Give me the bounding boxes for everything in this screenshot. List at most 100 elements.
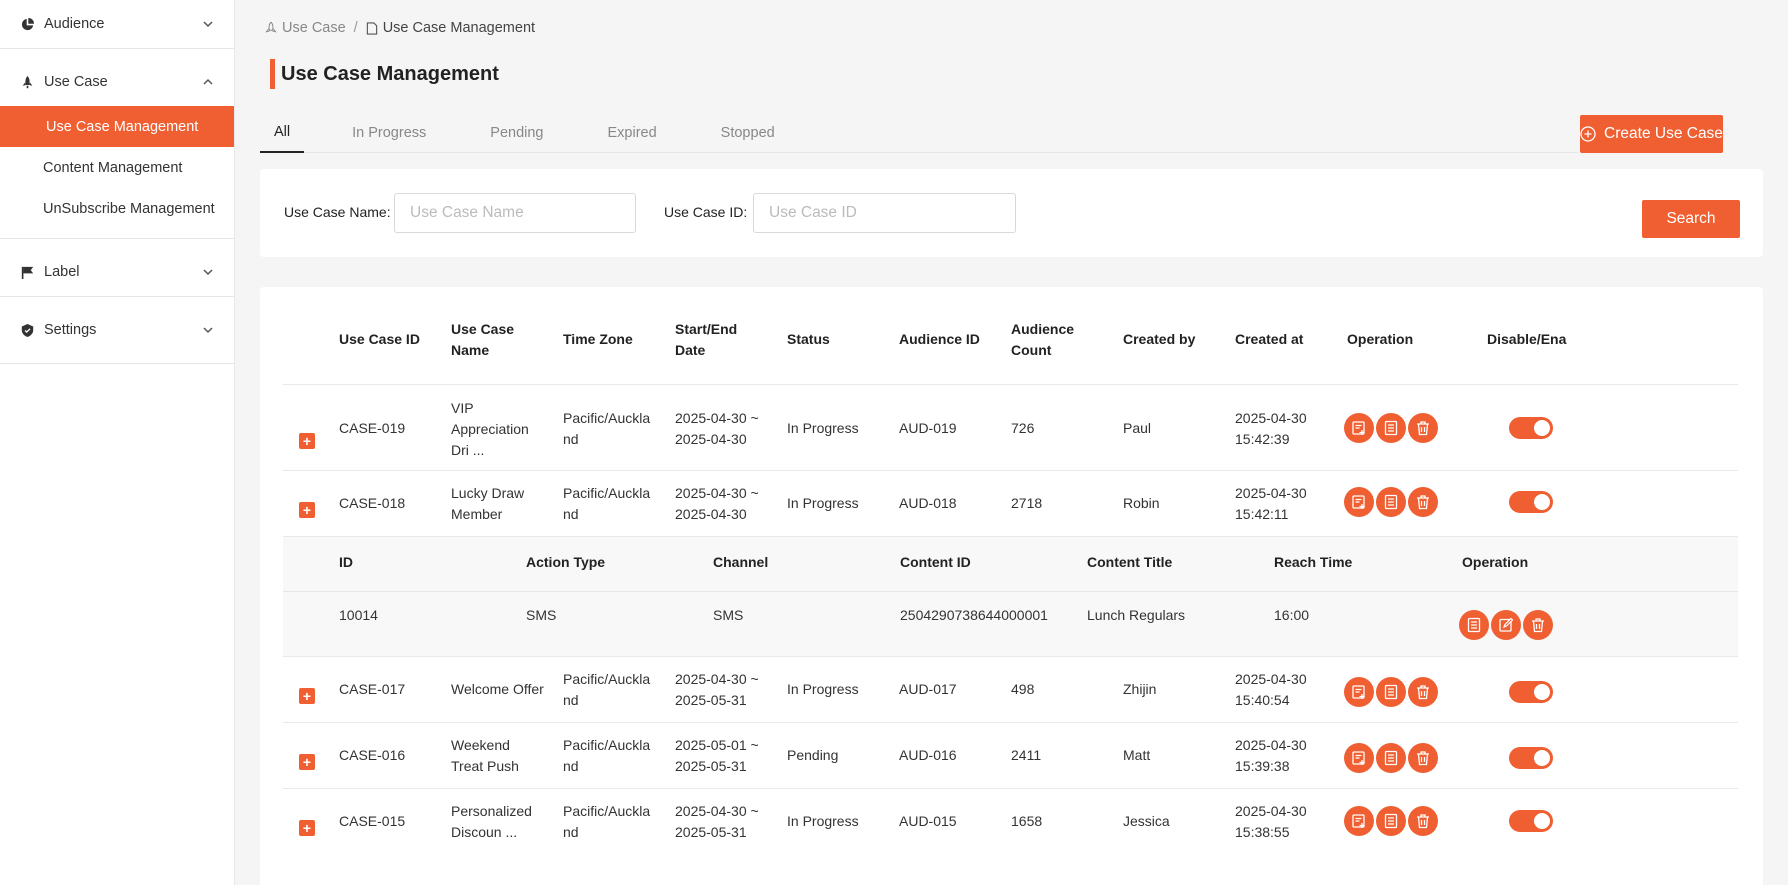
cell-time-zone: Pacific/Auckland xyxy=(563,803,651,840)
col-created-by[interactable]: Created by xyxy=(1123,329,1233,350)
tab-all[interactable]: All xyxy=(260,113,305,153)
delete-button[interactable] xyxy=(1408,806,1438,836)
cell-status: In Progress xyxy=(787,420,859,436)
rocket-icon xyxy=(265,22,277,33)
cell-audience-count: 726 xyxy=(1011,420,1035,436)
add-content-button[interactable] xyxy=(1344,413,1374,443)
row-operations xyxy=(1344,487,1440,517)
col-time-zone[interactable]: Time Zone xyxy=(563,329,673,350)
view-details-button[interactable] xyxy=(1376,743,1406,773)
menu-settings[interactable]: Settings xyxy=(0,306,234,354)
add-note-icon xyxy=(1352,495,1365,509)
menu-use-case-label: Use Case xyxy=(44,74,108,90)
col-audience-count[interactable]: Audience Count xyxy=(1011,319,1091,361)
view-details-button[interactable] xyxy=(1376,413,1406,443)
menu-audience-label: Audience xyxy=(44,16,105,32)
create-use-case-button[interactable]: Create Use Case xyxy=(1580,115,1723,153)
view-details-button[interactable] xyxy=(1376,487,1406,517)
cell-created-at: 2025-04-30 15:42:11 xyxy=(1235,485,1307,522)
row-operations xyxy=(1344,743,1440,773)
cell-start-end-date: 2025-04-30 ~ 2025-04-30 xyxy=(675,485,759,522)
row-operations xyxy=(1344,413,1440,443)
cell-time-zone: Pacific/Auckland xyxy=(563,410,651,447)
shield-icon xyxy=(20,323,34,337)
cell-use-case-name[interactable]: Weekend Treat Push xyxy=(451,735,539,777)
cell-use-case-name[interactable]: Welcome Offer xyxy=(451,679,561,700)
pie-chart-icon xyxy=(20,17,34,31)
tab-expired[interactable]: Expired xyxy=(592,113,673,153)
sidebar-item-use-case-management[interactable]: Use Case Management xyxy=(0,106,234,147)
cell-audience-count: 498 xyxy=(1011,681,1035,697)
col-use-case-name[interactable]: Use Case Name xyxy=(451,319,531,361)
cell-created-by: Paul xyxy=(1123,420,1152,436)
cell-use-case-name[interactable]: Personalized Discoun ... xyxy=(451,801,539,843)
delete-content-button[interactable] xyxy=(1523,610,1553,640)
search-button[interactable]: Search xyxy=(1642,200,1740,238)
expand-row-button[interactable]: + xyxy=(299,754,315,770)
enable-toggle[interactable] xyxy=(1509,681,1553,703)
view-content-button[interactable] xyxy=(1459,610,1489,640)
cell-created-by: Matt xyxy=(1123,747,1151,763)
use-case-name-label: Use Case Name: xyxy=(284,204,391,220)
view-details-button[interactable] xyxy=(1376,677,1406,707)
delete-button[interactable] xyxy=(1408,677,1438,707)
menu-label[interactable]: Label xyxy=(0,248,234,296)
col-status[interactable]: Status xyxy=(787,329,897,350)
enable-toggle[interactable] xyxy=(1509,417,1553,439)
enable-toggle[interactable] xyxy=(1509,747,1553,769)
sub-col-id: ID xyxy=(339,554,353,570)
sidebar: Audience Use Case Use Case Management Co… xyxy=(0,0,235,885)
delete-button[interactable] xyxy=(1408,413,1438,443)
col-created-at[interactable]: Created at xyxy=(1235,329,1345,350)
chevron-down-icon xyxy=(202,324,214,336)
use-case-name-input[interactable] xyxy=(394,193,636,233)
trash-icon xyxy=(1417,421,1429,436)
cell-use-case-name[interactable]: VIP Appreciation Dri ... xyxy=(451,398,539,461)
tab-in-progress[interactable]: In Progress xyxy=(336,113,442,153)
cell-created-by: Zhijin xyxy=(1123,681,1157,697)
sub-cell-id: 10014 xyxy=(339,607,378,623)
edit-content-button[interactable] xyxy=(1491,610,1521,640)
tab-pending[interactable]: Pending xyxy=(474,113,559,153)
enable-toggle[interactable] xyxy=(1509,810,1553,832)
expand-row-button[interactable]: + xyxy=(299,502,315,518)
menu-group-label: Label xyxy=(0,239,234,297)
cell-use-case-name[interactable]: Lucky Draw Member xyxy=(451,483,539,525)
status-tabs: All In Progress Pending Expired Stopped xyxy=(260,113,1578,153)
table-inner: Use Case ID Use Case Name Time Zone Star… xyxy=(283,287,1738,855)
view-details-button[interactable] xyxy=(1376,806,1406,836)
add-content-button[interactable] xyxy=(1344,677,1374,707)
list-icon xyxy=(1384,750,1398,766)
cell-audience-id: AUD-017 xyxy=(899,681,957,697)
sidebar-item-content-management[interactable]: Content Management xyxy=(0,147,234,188)
sidebar-item-unsubscribe-management[interactable]: UnSubscribe Management xyxy=(0,188,234,229)
cell-time-zone: Pacific/Auckland xyxy=(563,485,651,522)
menu-audience[interactable]: Audience xyxy=(0,0,234,48)
breadcrumb-root[interactable]: Use Case xyxy=(265,20,346,36)
menu-use-case[interactable]: Use Case xyxy=(0,58,234,106)
chevron-down-icon xyxy=(202,266,214,278)
tab-stopped[interactable]: Stopped xyxy=(705,113,791,153)
col-audience-id[interactable]: Audience ID xyxy=(899,329,1009,350)
expand-row-button[interactable]: + xyxy=(299,688,315,704)
delete-button[interactable] xyxy=(1408,487,1438,517)
add-content-button[interactable] xyxy=(1344,806,1374,836)
cell-start-end-date: 2025-04-30 ~ 2025-05-31 xyxy=(675,803,759,840)
breadcrumb-current-label: Use Case Management xyxy=(382,20,536,36)
expand-row-button[interactable]: + xyxy=(299,433,315,449)
expand-row-button[interactable]: + xyxy=(299,820,315,836)
col-start-end-date[interactable]: Start/End Date xyxy=(675,319,755,361)
table-header: Use Case ID Use Case Name Time Zone Star… xyxy=(283,287,1738,385)
document-icon xyxy=(366,21,377,35)
enable-toggle[interactable] xyxy=(1509,491,1553,513)
menu-group-audience: Audience xyxy=(0,0,234,49)
sub-col-content-id: Content ID xyxy=(900,554,971,570)
cell-use-case-id: CASE-015 xyxy=(339,813,406,829)
use-case-id-input[interactable] xyxy=(753,193,1016,233)
col-use-case-id[interactable]: Use Case ID xyxy=(339,329,449,350)
add-content-button[interactable] xyxy=(1344,487,1374,517)
cell-start-end-date: 2025-04-30 ~ 2025-05-31 xyxy=(675,671,759,708)
trash-icon xyxy=(1532,618,1544,633)
delete-button[interactable] xyxy=(1408,743,1438,773)
add-content-button[interactable] xyxy=(1344,743,1374,773)
